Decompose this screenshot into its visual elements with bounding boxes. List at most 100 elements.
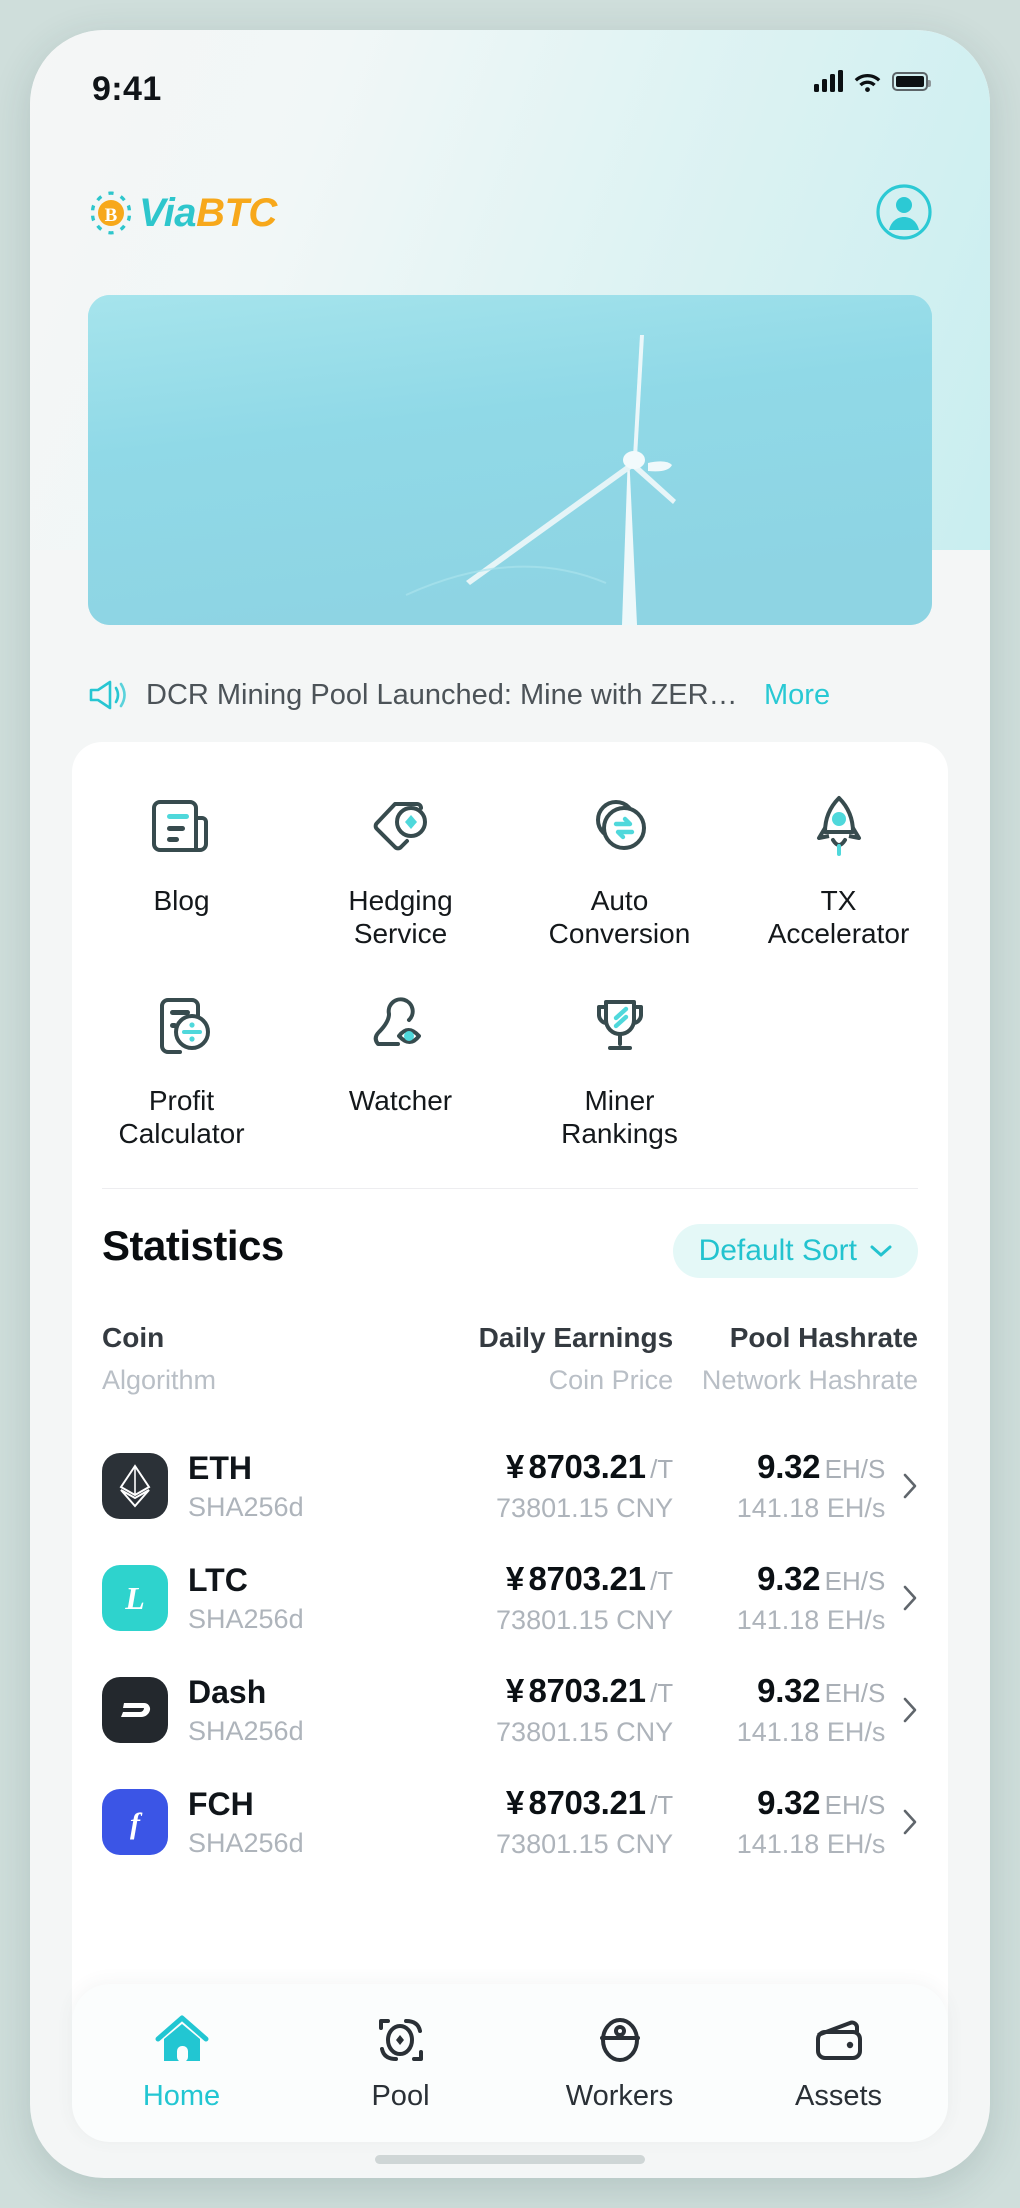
- earnings-cell: ¥ 8703.21 /T 73801.15 CNY: [496, 1784, 674, 1859]
- feature-watcher[interactable]: Watcher: [291, 984, 510, 1150]
- promo-banner[interactable]: [88, 295, 932, 625]
- hashrate-cell: 9.32 EH/S 141.18 EH/s: [736, 1448, 886, 1523]
- feature-auto-conversion[interactable]: Auto Conversion: [510, 784, 729, 950]
- app-header: B ViaBTC: [30, 180, 990, 266]
- svg-text:L: L: [124, 1580, 145, 1616]
- sort-dropdown[interactable]: Default Sort: [672, 1224, 918, 1278]
- feature-hedging-service[interactable]: Hedging Service: [291, 784, 510, 950]
- viabtc-logo[interactable]: B ViaBTC: [88, 190, 277, 236]
- coin-cell: L LTC SHA256d: [102, 1562, 396, 1635]
- chevron-right-icon: [903, 1697, 917, 1723]
- feature-profit-calculator[interactable]: Profit Calculator: [72, 984, 291, 1150]
- column-header-pool-hashrate: Pool Hashrate Network Hashrate: [701, 1322, 918, 1395]
- network-hashrate-value: 141.18: [736, 1829, 820, 1859]
- logo-text-via: Via: [139, 190, 197, 235]
- battery-full-icon: [892, 71, 931, 91]
- daily-earnings-value: 8703.21: [528, 1448, 646, 1485]
- status-time: 9:41: [92, 70, 162, 108]
- tab-assets[interactable]: Assets: [729, 2013, 948, 2113]
- hedging-tag-icon: [365, 784, 437, 868]
- coin-cell: ETH SHA256d: [102, 1450, 396, 1523]
- column-header-coin: Coin Algorithm: [102, 1322, 217, 1395]
- chevron-down-icon: [870, 1245, 892, 1257]
- feature-blog[interactable]: Blog: [72, 784, 291, 950]
- feature-label: Profit Calculator: [118, 1085, 245, 1149]
- coin-algorithm: SHA256d: [188, 1491, 304, 1522]
- coin-algorithm: SHA256d: [188, 1715, 304, 1746]
- network-hashrate-value: 141.18: [736, 1493, 820, 1523]
- pool-hashrate-value: 9.32: [757, 1784, 821, 1821]
- coin-price: 73801.15: [496, 1829, 609, 1859]
- earnings-cell: ¥ 8703.21 /T 73801.15 CNY: [496, 1672, 674, 1747]
- row-chevron[interactable]: [885, 1808, 918, 1836]
- wifi-icon: [854, 73, 881, 92]
- table-row[interactable]: L LTC SHA256d ¥ 8703.21 /T 73801.15 CNY …: [102, 1542, 918, 1654]
- tab-pool[interactable]: Pool: [291, 2013, 510, 2113]
- coin-price: 73801.15: [496, 1605, 609, 1635]
- row-chevron[interactable]: [885, 1584, 918, 1612]
- coin-algorithm: SHA256d: [188, 1827, 304, 1858]
- tab-workers[interactable]: Workers: [510, 2013, 729, 2113]
- bottom-tab-bar: Home Pool Workers Assets: [72, 1984, 948, 2142]
- tab-label: Pool: [371, 2080, 430, 2112]
- feature-label: Hedging Service: [348, 885, 453, 949]
- earnings-cell: ¥ 8703.21 /T 73801.15 CNY: [496, 1560, 674, 1635]
- coin-price: 73801.15: [496, 1493, 609, 1523]
- coin-name: FCH: [188, 1785, 254, 1822]
- announcement-text: DCR Mining Pool Launched: Mine with ZERO…: [146, 678, 746, 711]
- feature-label: TX Accelerator: [767, 885, 910, 949]
- row-chevron[interactable]: [885, 1472, 918, 1500]
- feature-label: Blog: [153, 885, 210, 916]
- pool-hashrate-value: 9.32: [757, 1448, 821, 1485]
- dash-icon: [102, 1677, 168, 1743]
- earnings-cell: ¥ 8703.21 /T 73801.15 CNY: [496, 1448, 674, 1523]
- table-row[interactable]: ETH SHA256d ¥ 8703.21 /T 73801.15 CNY 9.…: [102, 1430, 918, 1542]
- announcement-more-link[interactable]: More: [764, 679, 830, 712]
- tab-label: Home: [142, 2080, 221, 2112]
- feature-grid-row-1: Blog Hedging Service Auto Conversion TX …: [72, 784, 948, 950]
- pool-icon: [378, 2019, 423, 2061]
- network-hashrate-value: 141.18: [736, 1717, 820, 1747]
- wind-turbine-image: [88, 295, 932, 625]
- content-sheet: Blog Hedging Service Auto Conversion TX …: [72, 742, 948, 2072]
- home-icon: [155, 2015, 208, 2062]
- megaphone-icon: [89, 680, 126, 710]
- feature-grid-empty-slot: [729, 984, 948, 1150]
- wallet-icon: [815, 2020, 862, 2060]
- feature-grid-row-2: Profit Calculator Watcher Miner Rankings: [72, 984, 948, 1150]
- hashrate-cell: 9.32 EH/S 141.18 EH/s: [736, 1784, 886, 1859]
- coin-name: Dash: [188, 1673, 267, 1710]
- table-row[interactable]: Dash SHA256d ¥ 8703.21 /T 73801.15 CNY 9…: [102, 1654, 918, 1766]
- coin-table: ETH SHA256d ¥ 8703.21 /T 73801.15 CNY 9.…: [102, 1430, 918, 1878]
- tab-home[interactable]: Home: [72, 2013, 291, 2113]
- feature-label: Miner Rankings: [561, 1085, 678, 1149]
- tab-label: Workers: [565, 2080, 674, 2112]
- status-bar: 9:41: [30, 30, 990, 126]
- feature-tx-accelerator[interactable]: TX Accelerator: [729, 784, 948, 950]
- network-hashrate-value: 141.18: [736, 1605, 820, 1635]
- account-avatar-icon[interactable]: [876, 184, 932, 240]
- chevron-right-icon: [903, 1809, 917, 1835]
- workers-helmet-icon: [599, 2018, 640, 2062]
- tab-label: Assets: [794, 2080, 883, 2112]
- table-column-headers: Coin Algorithm Daily Earnings Coin Price…: [102, 1322, 918, 1396]
- daily-earnings-value: 8703.21: [528, 1560, 646, 1597]
- cellular-signal-icon: [814, 70, 843, 92]
- trophy-icon: [584, 984, 656, 1068]
- auto-conversion-icon: [584, 784, 656, 868]
- feature-label: Watcher: [348, 1085, 453, 1116]
- logo-text-btc: BTC: [196, 190, 277, 235]
- table-row[interactable]: f FCH SHA256d ¥ 8703.21 /T 73801.15 CNY …: [102, 1766, 918, 1878]
- announcement-bar[interactable]: DCR Mining Pool Launched: Mine with ZERO…: [88, 660, 932, 730]
- chevron-right-icon: [903, 1585, 917, 1611]
- freecash-icon: f: [102, 1789, 168, 1855]
- feature-label: Auto Conversion: [548, 885, 691, 949]
- coin-algorithm: SHA256d: [188, 1603, 304, 1634]
- blog-document-icon: [146, 784, 218, 868]
- feature-miner-rankings[interactable]: Miner Rankings: [510, 984, 729, 1150]
- row-chevron[interactable]: [885, 1696, 918, 1724]
- sort-label: Default Sort: [698, 1234, 857, 1267]
- coin-cell: Dash SHA256d: [102, 1674, 396, 1747]
- litecoin-icon: L: [102, 1565, 168, 1631]
- coin-price: 73801.15: [496, 1717, 609, 1747]
